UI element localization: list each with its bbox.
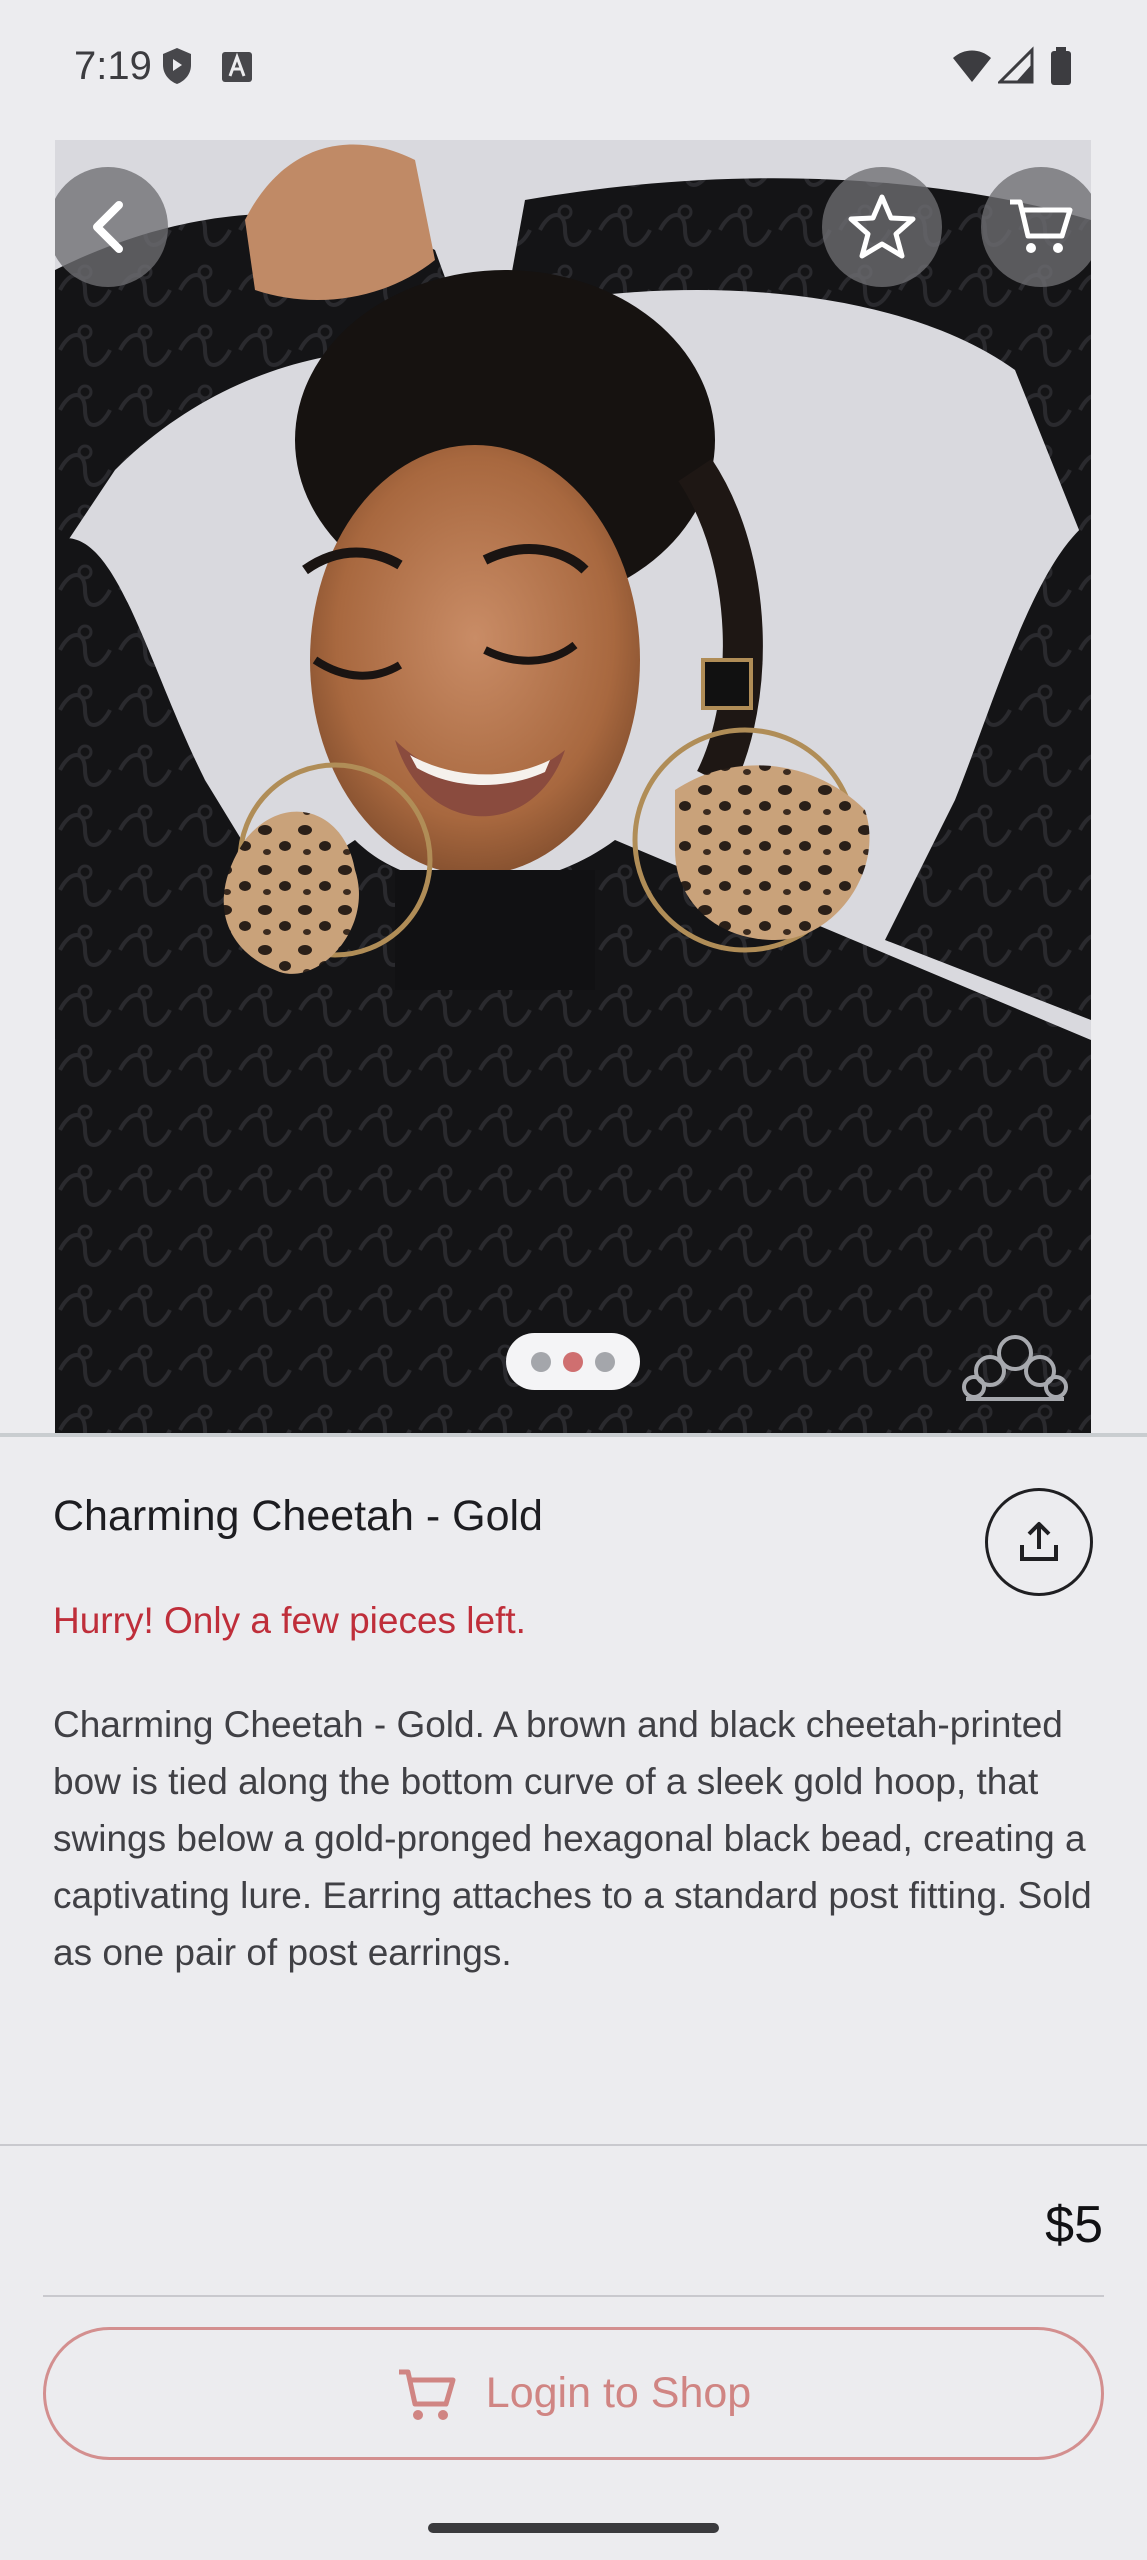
home-indicator[interactable]	[428, 2523, 719, 2533]
carousel-dot[interactable]	[531, 1351, 551, 1372]
crown-logo-icon	[962, 1335, 1068, 1401]
login-to-shop-button[interactable]: Login to Shop	[43, 2327, 1104, 2460]
carousel-dot-active[interactable]	[563, 1351, 583, 1372]
share-button[interactable]	[985, 1488, 1093, 1596]
cart-button[interactable]	[981, 167, 1091, 287]
hero-divider	[0, 1433, 1147, 1437]
status-bar: 7:19	[0, 0, 1147, 140]
section-divider	[0, 2144, 1147, 2146]
product-title: Charming Cheetah - Gold	[53, 1492, 543, 1540]
favorite-button[interactable]	[822, 167, 942, 287]
share-upload-icon	[1020, 1522, 1058, 1561]
product-description: Charming Cheetah - Gold. A brown and bla…	[53, 1704, 1092, 1973]
price-divider	[43, 2295, 1104, 2297]
signal-icon	[998, 46, 1034, 86]
cart-icon	[398, 2369, 456, 2420]
battery-icon	[1049, 46, 1073, 86]
carousel-dot[interactable]	[595, 1351, 615, 1372]
carousel-indicator	[506, 1333, 640, 1390]
login-to-shop-label: Login to Shop	[485, 2369, 752, 2417]
back-arrow-icon	[93, 201, 123, 253]
status-time: 7:19	[74, 44, 152, 88]
product-photo	[55, 140, 1091, 1433]
product-image[interactable]	[55, 140, 1091, 1433]
keyboard-a-icon	[220, 46, 254, 86]
stock-warning: Hurry! Only a few pieces left.	[53, 1600, 526, 1641]
wifi-icon	[952, 46, 992, 86]
product-price: $5	[1045, 2196, 1103, 2254]
cart-icon	[1010, 199, 1073, 253]
shield-icon	[160, 46, 194, 86]
star-icon	[848, 194, 916, 259]
